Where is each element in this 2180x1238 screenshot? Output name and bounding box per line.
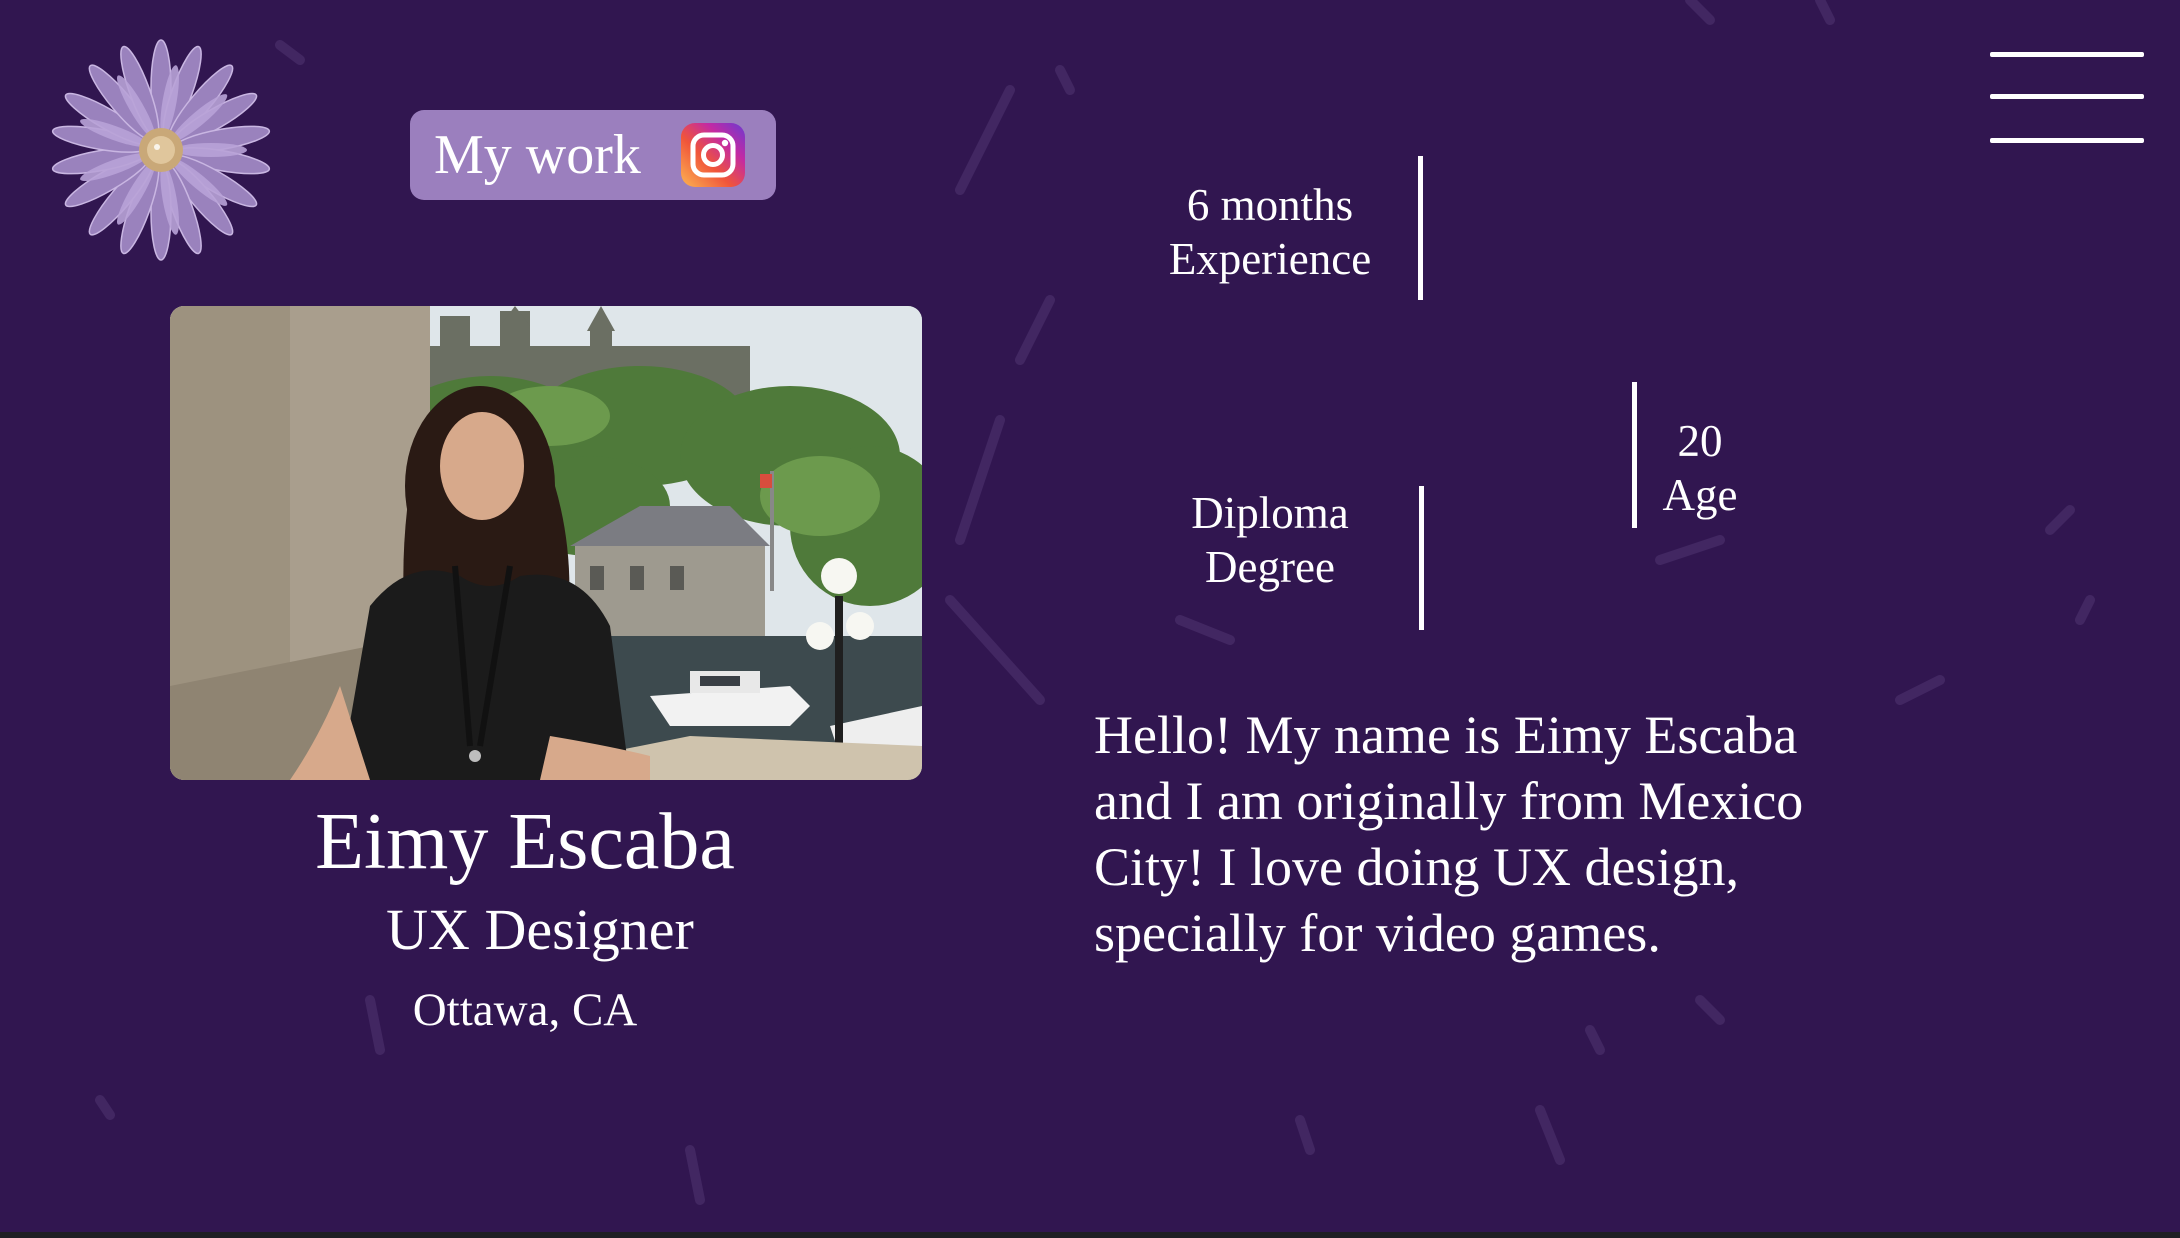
divider-line <box>1419 486 1424 630</box>
bio-line: specially for video games. <box>1094 903 1661 963</box>
bio-line: City! I love doing UX design, <box>1094 837 1739 897</box>
my-work-button[interactable]: My work <box>410 110 776 200</box>
profile-photo-illustration <box>170 306 922 780</box>
bio-line: and I am originally from Mexico <box>1094 771 1804 831</box>
stat-age: 20 Age <box>1640 414 1760 522</box>
menu-line <box>1990 138 2144 143</box>
menu-line <box>1990 52 2144 57</box>
bottom-border <box>0 1232 2180 1238</box>
experience-value: 6 months <box>1186 180 1354 230</box>
age-value: 20 <box>1677 416 1723 466</box>
stat-education: Diploma Degree <box>1150 486 1390 594</box>
profile-role: UX Designer <box>386 897 694 962</box>
instagram-icon[interactable] <box>680 123 746 187</box>
flower-logo-icon[interactable] <box>46 32 276 268</box>
divider-line <box>1418 156 1423 300</box>
divider-line <box>1632 382 1637 528</box>
portfolio-page: My work 6 months Experience 20 Age Diplo… <box>0 0 2180 1238</box>
my-work-label: My work <box>434 124 641 186</box>
profile-location: Ottawa, CA <box>412 984 638 1036</box>
education-value: Diploma <box>1191 488 1349 538</box>
stat-experience: 6 months Experience <box>1130 178 1410 286</box>
bio-line: Hello! My name is Eimy Escaba <box>1094 705 1798 765</box>
education-label: Degree <box>1205 542 1335 592</box>
profile-name: Eimy Escaba <box>315 798 735 886</box>
menu-line <box>1990 94 2144 99</box>
profile-photo <box>170 306 922 780</box>
bio-paragraph: Hello! My name is Eimy Escaba and I am o… <box>1094 702 1914 966</box>
experience-label: Experience <box>1168 234 1372 284</box>
hamburger-menu-icon[interactable] <box>1990 50 2144 146</box>
age-label: Age <box>1662 470 1738 520</box>
